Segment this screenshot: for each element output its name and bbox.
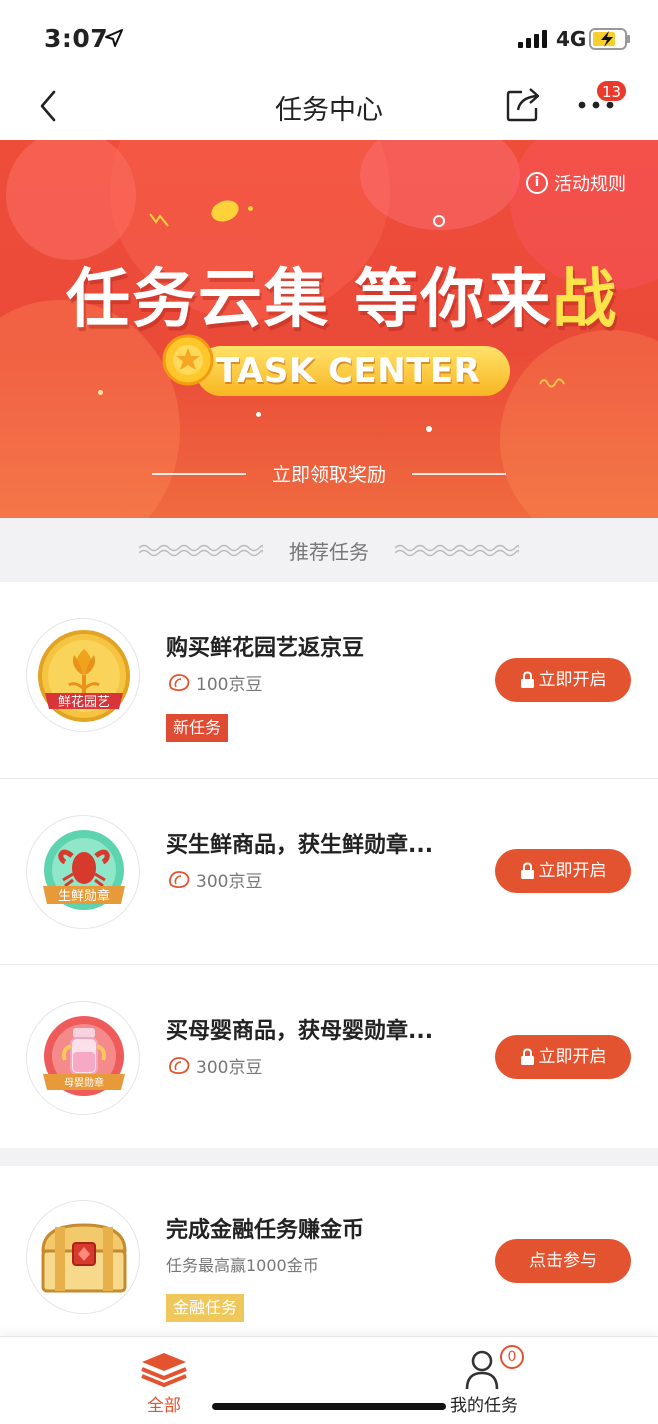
section-gap: [0, 1148, 658, 1166]
notification-badge: 13: [596, 80, 628, 102]
activity-rules-label: 活动规则: [554, 174, 626, 195]
wave-decoration-icon: [395, 544, 519, 557]
task-title: 买母婴商品，获母婴勋章...: [166, 1019, 434, 1044]
start-task-label: 立即开启: [538, 861, 607, 881]
task-center-pill: TASK CENTER: [196, 346, 511, 396]
task-reward: 300京豆: [166, 867, 262, 892]
task-center-banner[interactable]: i 活动规则 任务云集 等你来战 TASK CENTER 立即领取奖励: [0, 140, 658, 518]
section-title: 推荐任务: [289, 539, 369, 564]
sparkle-icon: [433, 215, 445, 227]
task-reward: 300京豆: [166, 1053, 262, 1078]
bottom-tab-bar: 全部 我的任务 0: [0, 1336, 658, 1424]
sparkle-dot: [256, 412, 261, 417]
reward-text: 任务最高赢1000金币: [166, 1256, 319, 1275]
wave-decoration-icon: [139, 544, 263, 557]
location-arrow-icon: [105, 29, 123, 47]
squiggle-icon: [539, 378, 565, 388]
badge-label: 鲜花园艺: [58, 694, 110, 710]
start-task-label: 立即开启: [538, 670, 607, 690]
status-bar: 3:07 4G: [0, 0, 658, 76]
banner-decoration: [500, 330, 658, 518]
join-task-label: 点击参与: [529, 1251, 597, 1271]
home-indicator: [212, 1403, 446, 1410]
headline-accent: 战: [552, 263, 619, 337]
my-tasks-count-badge: 0: [500, 1345, 524, 1369]
mother-baby-badge-icon: 母婴勋章: [26, 1001, 140, 1115]
recommended-section-header: 推荐任务: [0, 518, 658, 582]
task-title: 完成金融任务赚金币: [166, 1218, 365, 1243]
join-task-button[interactable]: 点击参与: [495, 1239, 631, 1283]
start-task-button[interactable]: 立即开启: [495, 1035, 631, 1079]
treasure-chest-icon: [26, 1200, 140, 1314]
badge-label: 母婴勋章: [64, 1076, 104, 1089]
start-task-label: 立即开启: [538, 1047, 607, 1067]
new-task-tag: 新任务: [166, 714, 229, 742]
user-icon: [465, 1350, 499, 1390]
sparkle-dot: [248, 206, 253, 211]
task-item[interactable]: 鲜花园艺 购买鲜花园艺返京豆 100京豆 新任务 立即开启: [0, 582, 658, 778]
task-item[interactable]: 生鲜勋章 买生鲜商品，获生鲜勋章... 300京豆 立即开启: [0, 779, 658, 964]
lock-icon: [520, 862, 534, 879]
sparkle-dot: [98, 390, 103, 395]
reward-text: 100京豆: [196, 675, 263, 695]
activity-rules-link[interactable]: i 活动规则: [526, 170, 626, 196]
start-task-button[interactable]: 立即开启: [495, 658, 631, 702]
info-icon: i: [526, 172, 548, 194]
claim-reward-row[interactable]: 立即领取奖励: [0, 460, 658, 487]
battery-charging-icon: [589, 28, 630, 50]
fresh-food-badge-icon: 生鲜勋章: [26, 815, 140, 929]
network-label: 4G: [556, 27, 587, 51]
jingdou-bean-icon: [169, 870, 190, 888]
finance-task-tag: 金融任务: [166, 1294, 245, 1322]
share-icon[interactable]: [506, 86, 542, 122]
nav-bar: 任务中心 13: [0, 76, 658, 140]
task-reward: 任务最高赢1000金币: [166, 1252, 319, 1276]
reward-text: 300京豆: [196, 1058, 263, 1078]
layers-icon: [141, 1353, 187, 1387]
task-item[interactable]: 完成金融任务赚金币 任务最高赢1000金币 金融任务 点击参与: [0, 1166, 658, 1336]
badge-label: 生鲜勋章: [58, 888, 110, 904]
start-task-button[interactable]: 立即开启: [495, 849, 631, 893]
flower-garden-badge-icon: 鲜花园艺: [26, 618, 140, 732]
divider-line: [151, 472, 246, 475]
jingdou-bean-icon: [169, 1056, 190, 1074]
status-time: 3:07: [44, 24, 109, 53]
headline-main: 任务云集 等你来: [66, 263, 553, 337]
page-title: 任务中心: [275, 95, 383, 126]
sparkle-dot: [426, 426, 432, 432]
task-title: 购买鲜花园艺返京豆: [166, 636, 365, 661]
task-title: 买生鲜商品，获生鲜勋章...: [166, 833, 434, 858]
lock-icon: [520, 671, 534, 688]
jingdou-bean-icon: [169, 673, 190, 691]
task-item[interactable]: 母婴勋章 买母婴商品，获母婴勋章... 300京豆 立即开启: [0, 965, 658, 1148]
coin-icon: [162, 334, 214, 386]
divider-line: [412, 472, 506, 475]
signal-icon: [518, 30, 547, 48]
squiggle-icon: [149, 213, 169, 227]
banner-headline: 任务云集 等你来战: [66, 248, 618, 340]
claim-reward-label: 立即领取奖励: [271, 464, 386, 486]
reward-text: 300京豆: [196, 872, 263, 892]
lock-icon: [520, 1048, 534, 1065]
gold-bean-icon: [211, 200, 239, 222]
task-reward: 100京豆: [166, 670, 262, 695]
